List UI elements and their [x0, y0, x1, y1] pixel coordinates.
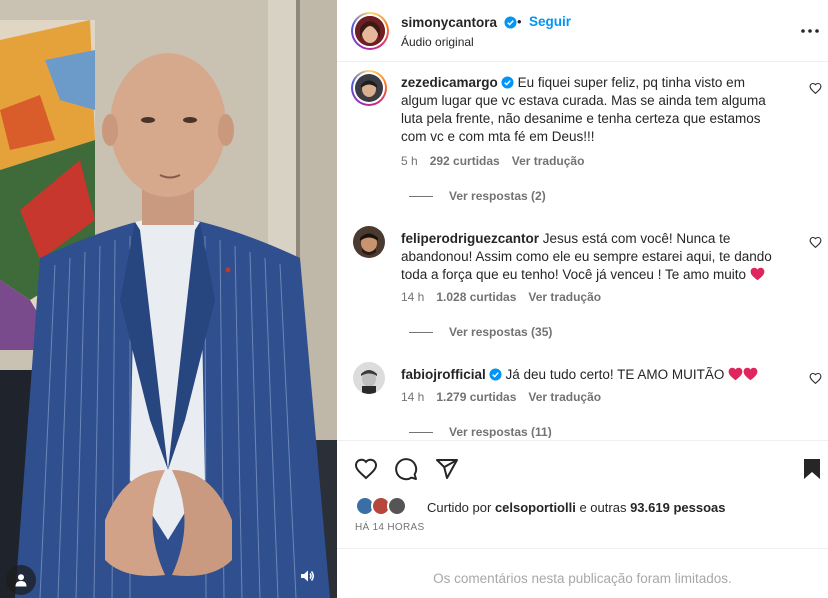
comment-likes[interactable]: 1.028 curtidas	[436, 290, 516, 304]
comment-likes[interactable]: 292 curtidas	[430, 154, 500, 168]
comment-time: 14 h	[401, 290, 425, 304]
liked-by-prefix: Curtido por	[427, 500, 492, 515]
like-comment-icon[interactable]	[809, 82, 822, 95]
follow-button[interactable]: Seguir	[529, 14, 571, 29]
comment-text: feliperodriguezcantor Jesus está com voc…	[401, 230, 781, 284]
post-panel: simonycantora • Seguir Áudio original ze…	[337, 0, 828, 598]
comment-body: Já deu tudo certo! TE AMO MUITÃO	[505, 367, 725, 382]
translate-link[interactable]: Ver tradução	[528, 290, 601, 304]
verified-badge-icon	[504, 16, 518, 29]
comment-text: zezedicamargo Eu fiquei super feliz, pq …	[401, 74, 781, 146]
comment-time: 14 h	[401, 390, 425, 404]
comments-list[interactable]: zezedicamargo Eu fiquei super feliz, pq …	[337, 62, 828, 438]
author-username[interactable]: simonycantora	[401, 15, 497, 30]
view-replies-button[interactable]: Ver respostas (2)	[409, 189, 546, 203]
likes-count[interactable]: 93.619 pessoas	[630, 500, 725, 515]
red-heart-emoji-icon	[743, 367, 758, 381]
red-heart-emoji-icon	[728, 367, 743, 381]
comment-likes[interactable]: 1.279 curtidas	[436, 390, 516, 404]
post-actions	[337, 440, 828, 500]
like-comment-icon[interactable]	[809, 236, 822, 249]
view-replies-button[interactable]: Ver respostas (35)	[409, 325, 552, 339]
verified-badge-icon	[501, 76, 514, 89]
comment-time: 5 h	[401, 154, 418, 168]
more-options-icon[interactable]	[799, 22, 821, 40]
video-frame	[0, 0, 337, 598]
view-replies-label: Ver respostas (11)	[449, 425, 552, 438]
audio-toggle-button[interactable]	[292, 561, 322, 591]
heart-outline-icon[interactable]	[354, 457, 378, 481]
translate-link[interactable]: Ver tradução	[512, 154, 585, 168]
red-heart-emoji-icon	[750, 267, 765, 281]
translate-link[interactable]: Ver tradução	[528, 390, 601, 404]
liker-avatar	[387, 496, 407, 516]
paper-plane-icon[interactable]	[435, 457, 459, 481]
view-replies-label: Ver respostas (35)	[449, 325, 553, 339]
comments-limited-message: Os comentários nesta publicação foram li…	[433, 571, 732, 586]
view-replies-button[interactable]: Ver respostas (11)	[409, 425, 552, 438]
user-icon	[15, 574, 27, 587]
comment-username[interactable]: fabiojrofficial	[401, 367, 486, 382]
commenter-avatar[interactable]	[353, 362, 385, 394]
comment-meta: 5 h 292 curtidas Ver tradução	[401, 154, 596, 168]
comment-footer: Os comentários nesta publicação foram li…	[337, 548, 828, 598]
liked-by-text: Curtido por celsoportiolli e outras 93.6…	[427, 500, 725, 515]
post-header: simonycantora • Seguir Áudio original	[337, 0, 828, 62]
speaker-icon	[301, 570, 314, 582]
comment-meta: 14 h 1.279 curtidas Ver tradução	[401, 390, 613, 404]
author-avatar[interactable]	[351, 12, 389, 50]
commenter-avatar[interactable]	[353, 226, 385, 258]
liked-by-suffix: e outras	[579, 500, 627, 515]
comment-username[interactable]: zezedicamargo	[401, 75, 498, 90]
separator-dot: •	[517, 14, 522, 29]
liked-by-user[interactable]: celsoportiolli	[495, 500, 576, 515]
commenter-avatar[interactable]	[351, 70, 387, 106]
bookmark-filled-icon[interactable]	[800, 457, 824, 481]
comment-meta: 14 h 1.028 curtidas Ver tradução	[401, 290, 613, 304]
view-replies-label: Ver respostas (2)	[449, 189, 546, 203]
verified-badge-icon	[489, 368, 502, 381]
like-comment-icon[interactable]	[809, 372, 822, 385]
tagged-users-button[interactable]	[6, 565, 36, 595]
post-timestamp[interactable]: HÁ 14 HORAS	[355, 522, 424, 533]
reel-video[interactable]	[0, 0, 337, 598]
audio-link[interactable]: Áudio original	[401, 35, 474, 49]
comment-bubble-icon[interactable]	[394, 457, 418, 481]
comment-username[interactable]: feliperodriguezcantor	[401, 231, 539, 246]
comment-text: fabiojrofficial Já deu tudo certo! TE AM…	[401, 366, 781, 384]
